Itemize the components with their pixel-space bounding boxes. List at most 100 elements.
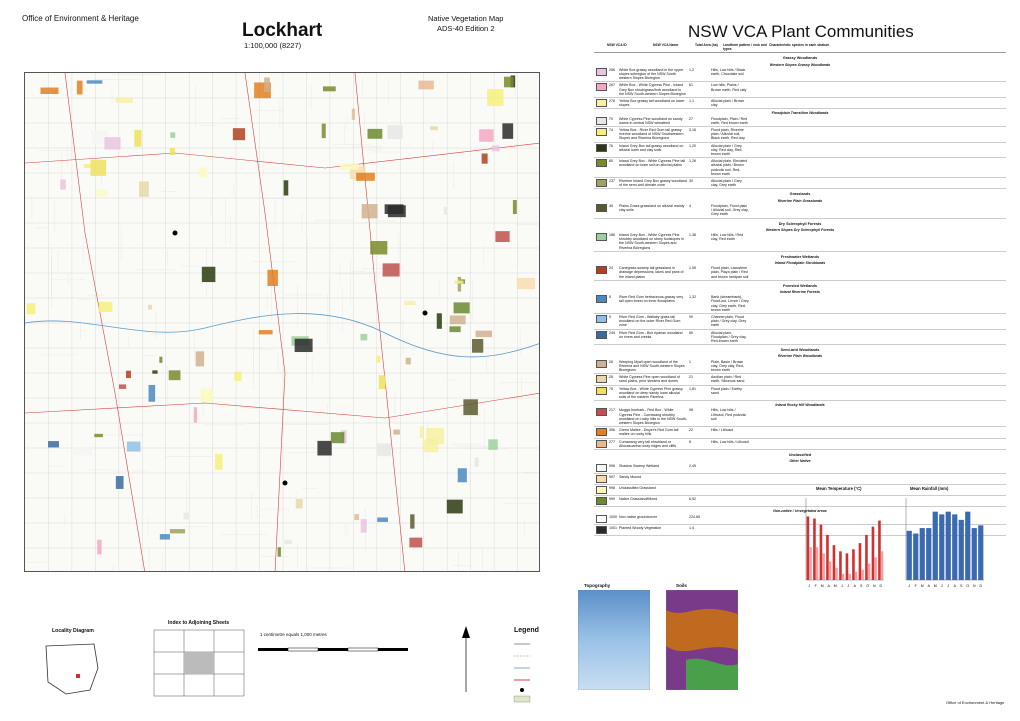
legend-row: 237 Riverine Inland Grey Box grassy woodl… (594, 178, 1006, 190)
legend-cell-area: 30 (689, 179, 693, 184)
legend-cell-name: White Cypress Pine woodland on sandy loa… (619, 116, 683, 125)
vegetation-patch (449, 315, 466, 325)
chart-bar (926, 528, 932, 580)
chart-bar (865, 534, 868, 580)
chart-tick-label: J (941, 584, 943, 588)
legend-swatch (596, 408, 607, 417)
legend-cell-area: 1,4 (689, 525, 694, 530)
legend-row: 249 River Red Gum - Box riparian woodland… (594, 330, 1006, 346)
temperature-chart-title: Mean Temperature (°C) (816, 486, 862, 491)
legend-cell-landform: Plain, Basin / Brown clay, Grey clay, Re… (711, 359, 744, 372)
legend-cell-landform: Hills, Low hills / Red clay, Red earth (711, 232, 744, 242)
vegetation-patch (283, 180, 289, 196)
vegetation-patch (419, 426, 424, 439)
chart-tick-label: D (979, 584, 982, 588)
legend-row: 277 Currawang very tall shrubland or Allo… (594, 439, 1006, 451)
vegetation-patch (317, 440, 332, 456)
vegetation-patch (487, 89, 504, 106)
locality-diagram (45, 643, 99, 695)
legend-group-title: Dry Sclerophyll Forests (778, 221, 822, 226)
vegetation-patch (159, 356, 163, 363)
vegetation-patch (66, 273, 71, 286)
vegetation-patch (491, 145, 500, 152)
temperature-chart: JFMAMJJASOND (805, 498, 884, 588)
legend-cell-id: 217 (609, 408, 615, 413)
legend-cell-area: 1,32 (689, 295, 696, 300)
legend-swatch (596, 143, 607, 152)
chart-bar (819, 524, 823, 580)
legend-cell-name: White Cypress Pine open woodland of sand… (619, 375, 680, 384)
chart-bar (826, 534, 829, 580)
legend-header-area: Total Area (ha) (695, 43, 718, 47)
legend-cell-landform: Hills, Low hills / Lithosol (711, 439, 749, 444)
scale-bar (258, 647, 408, 652)
legend-cell-id: 997 (609, 475, 615, 480)
vegetation-patch (356, 172, 375, 181)
legend-cell-area: 98 (689, 408, 693, 413)
legend-cell-area: 21 (689, 375, 693, 380)
legend-cell-landform: Alluvial plain, Elevated alluvial plain … (711, 159, 747, 176)
vegetation-patch (147, 304, 153, 310)
legend-cell-id: 9 (609, 314, 611, 319)
vegetation-patch (321, 123, 326, 139)
vegetation-patch (96, 189, 108, 197)
legend-cell-name: Yellow Box - River Red Gum tall grassy r… (619, 128, 684, 141)
map-title: Lockhart (242, 20, 323, 41)
legend-cell-landform: Alluvial plain / Grey clay, Grey earth (711, 179, 742, 188)
legend-cell-id: 266 (609, 67, 615, 72)
vegetation-patch (516, 278, 536, 290)
vegetation-patch (512, 200, 517, 215)
chart-tick-label: F (915, 584, 917, 588)
chart-tick-label: J (841, 584, 843, 588)
legend-cell-landform: Alluvial plain / Brown clay (711, 99, 745, 108)
chart-bar (806, 516, 810, 580)
legend-cell-area: 90 (689, 314, 693, 319)
organisation-name: Office of Environment & Heritage (22, 14, 139, 23)
vegetation-patch (475, 330, 493, 338)
legend-swatch (596, 99, 607, 108)
legend-cell-area: 6,52 (689, 497, 696, 502)
chart-bar (845, 553, 849, 580)
vegetation-patch (472, 339, 484, 353)
legend-row: 24 Canegrass swamp tall grassland in drai… (594, 265, 1006, 281)
chart-bar (841, 573, 845, 580)
chart-bar (952, 514, 958, 580)
chart-tick-label: M (834, 584, 837, 588)
vegetation-patch (449, 326, 461, 333)
legend-cell-landform: Hills, Low hills / Black earth, Chocolat… (711, 67, 746, 77)
legend-cell-area: 1,55 (689, 266, 696, 271)
legend-row: 9 River Red Gum - Wallaby grass tall wood… (594, 314, 1006, 330)
legend-cell-name: Unclassified Grassland (619, 486, 656, 491)
vegetation-patch (503, 76, 514, 88)
vegetation-patch (446, 499, 463, 514)
vegetation-patch (405, 357, 411, 365)
vegetation-map[interactable] (24, 72, 540, 572)
legend-cell-area: 1,26 (689, 159, 696, 164)
legend-swatch (596, 116, 607, 125)
vegetation-patch (384, 204, 404, 215)
legend-cell-name: Non native groundcover (619, 514, 658, 519)
legend-swatch (596, 314, 607, 323)
vegetation-patch (97, 539, 102, 555)
legend-cell-name: Sandy Mound (619, 475, 642, 480)
chart-bar (852, 549, 855, 580)
vegetation-patch (376, 443, 392, 457)
legend-cell-id: 45 (609, 203, 613, 208)
vegetation-patch (479, 129, 494, 142)
vegetation-patch (98, 301, 113, 313)
legend-swatch (596, 67, 607, 76)
vegetation-patch (295, 499, 303, 509)
legend-cell-id: 76 (609, 143, 613, 148)
legend-swatch (596, 525, 607, 534)
legend-swatch (596, 203, 607, 212)
town-marker (422, 310, 428, 316)
legend-cell-landform: Floodplain, Flood plain / Alluvial soil,… (711, 203, 749, 217)
legend-row: 75 Yellow Box - White Cypress Pine grassy… (594, 386, 1006, 402)
legend-cell-id: 237 (609, 179, 615, 184)
legend-swatch (596, 330, 607, 339)
vegetation-patch (351, 108, 355, 120)
chart-bar (828, 561, 832, 580)
vegetation-patch (264, 77, 270, 93)
legend-cell-id: 75 (609, 386, 613, 391)
vegetation-patch (170, 132, 176, 138)
